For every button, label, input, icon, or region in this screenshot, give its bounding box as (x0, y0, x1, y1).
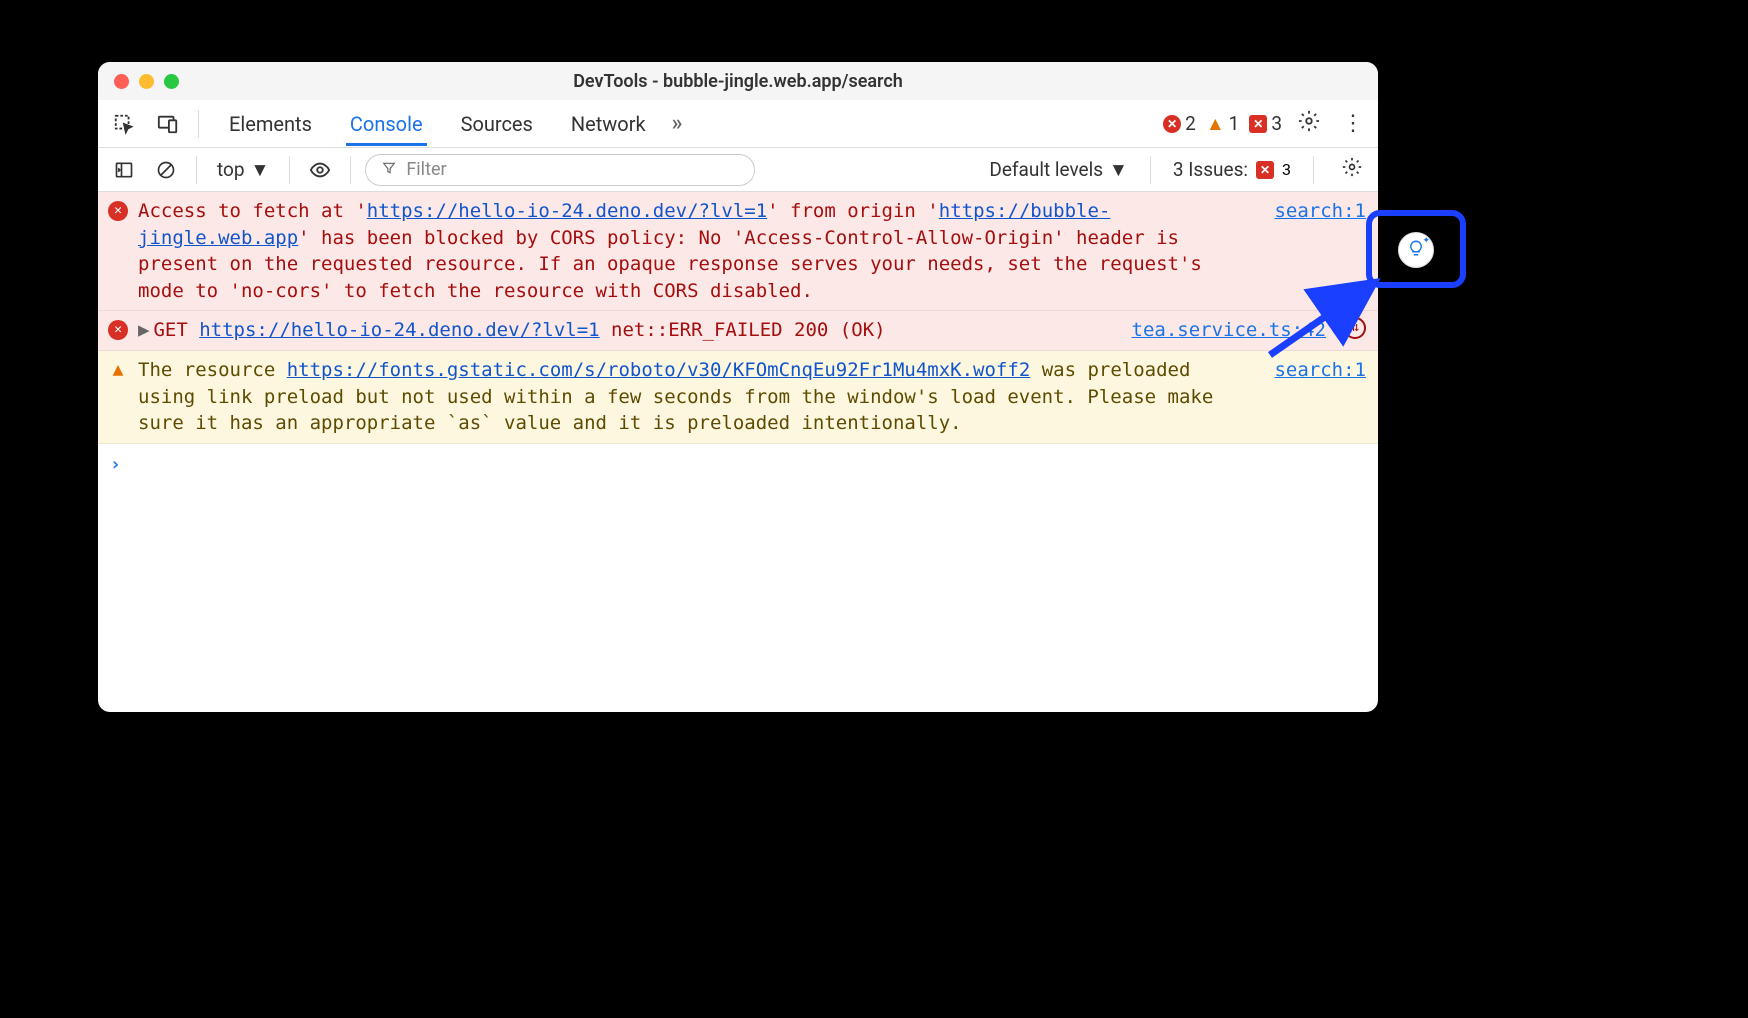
issues-icon: ✕ (1256, 161, 1274, 179)
url-link[interactable]: https://fonts.gstatic.com/s/roboto/v30/K… (287, 359, 1031, 381)
tabbar: Elements Console Sources Network » ✕ 2 ▲… (98, 100, 1378, 148)
console-error-message[interactable]: ✕ Access to fetch at 'https://hello-io-2… (98, 192, 1378, 311)
source-link[interactable]: tea.service.ts:42 (1132, 317, 1326, 344)
titlebar: DevTools - bubble-jingle.web.app/search (98, 62, 1378, 100)
errors-count: 2 (1185, 112, 1196, 135)
devtools-window: DevTools - bubble-jingle.web.app/search … (98, 62, 1378, 712)
divider (350, 156, 351, 184)
context-label: top (217, 158, 245, 181)
message-text: Access to fetch at 'https://hello-io-24.… (138, 198, 1252, 304)
message-body: ▶GET https://hello-io-24.deno.dev/?lvl=1… (138, 317, 1366, 344)
console-warning-message[interactable]: ▲ The resource https://fonts.gstatic.com… (98, 351, 1378, 444)
prompt-caret-icon: › (110, 452, 121, 477)
message-text: The resource https://fonts.gstatic.com/s… (138, 357, 1252, 437)
context-selector[interactable]: top ▼ (211, 158, 275, 182)
tabs-overflow-icon[interactable]: » (672, 111, 683, 136)
issues-count-toolbar: 3 (1282, 160, 1291, 179)
issues-badge[interactable]: ✕ 3 (1249, 112, 1282, 135)
warning-icon: ▲ (1206, 112, 1225, 136)
divider (1313, 156, 1314, 184)
filter-icon (382, 160, 396, 179)
error-icon: ✕ (1163, 115, 1181, 133)
log-levels-dropdown[interactable]: Default levels ▼ (989, 158, 1127, 182)
warnings-count: 1 (1229, 112, 1240, 135)
settings-icon[interactable] (1292, 110, 1326, 138)
filter-placeholder: Filter (406, 159, 446, 180)
errors-badge[interactable]: ✕ 2 (1163, 112, 1196, 135)
filter-input[interactable]: Filter (365, 154, 755, 186)
console-error-message[interactable]: ✕ ▶GET https://hello-io-24.deno.dev/?lvl… (98, 311, 1378, 351)
tabs: Elements Console Sources Network (225, 102, 650, 146)
device-toolbar-icon[interactable] (150, 106, 186, 142)
error-icon: ✕ (108, 320, 128, 340)
traffic-lights (114, 74, 179, 89)
chevron-down-icon: ▼ (251, 158, 270, 182)
expand-triangle-icon[interactable]: ▶ (138, 319, 149, 341)
replay-xhr-icon[interactable]: ⇅ (1344, 317, 1366, 339)
minimize-window-button[interactable] (139, 74, 154, 89)
console-toolbar: top ▼ Filter Default levels ▼ 3 Issues: … (98, 148, 1378, 192)
source-link[interactable]: search:1 (1274, 357, 1366, 437)
close-window-button[interactable] (114, 74, 129, 89)
window-title: DevTools - bubble-jingle.web.app/search (98, 71, 1378, 92)
issues-count: 3 (1271, 112, 1282, 135)
issues-label: 3 Issues: (1173, 158, 1248, 181)
tabbar-right: ✕ 2 ▲ 1 ✕ 3 ⋮ (1163, 110, 1370, 138)
divider (289, 156, 290, 184)
console-messages: ✕ Access to fetch at 'https://hello-io-2… (98, 192, 1378, 712)
issues-icon: ✕ (1249, 115, 1267, 133)
source-link[interactable]: search:1 (1274, 198, 1366, 304)
divider (198, 110, 199, 138)
url-link[interactable]: https://hello-io-24.deno.dev/?lvl=1 (367, 200, 767, 222)
issues-summary[interactable]: 3 Issues: ✕ 3 (1173, 158, 1291, 181)
url-link[interactable]: https://hello-io-24.deno.dev/?lvl=1 (199, 319, 599, 341)
error-icon: ✕ (108, 201, 128, 221)
lightbulb-icon: ✦ (1407, 239, 1425, 262)
divider (196, 156, 197, 184)
toggle-sidebar-icon[interactable] (108, 154, 140, 186)
live-expression-icon[interactable] (304, 154, 336, 186)
warning-icon: ▲ (108, 360, 128, 380)
more-menu-icon[interactable]: ⋮ (1336, 111, 1370, 136)
message-text: ▶GET https://hello-io-24.deno.dev/?lvl=1… (138, 317, 1110, 344)
chevron-down-icon: ▼ (1109, 158, 1128, 182)
maximize-window-button[interactable] (164, 74, 179, 89)
tab-sources[interactable]: Sources (457, 102, 537, 146)
ai-insight-button[interactable]: ✦ (1398, 232, 1434, 268)
clear-console-icon[interactable] (150, 154, 182, 186)
inspect-element-icon[interactable] (106, 106, 142, 142)
toolbar-right: Default levels ▼ 3 Issues: ✕ 3 (989, 156, 1368, 184)
console-prompt[interactable]: › (98, 444, 1378, 485)
warnings-badge[interactable]: ▲ 1 (1206, 112, 1240, 136)
levels-label: Default levels (989, 158, 1103, 181)
divider (1150, 156, 1151, 184)
console-settings-icon[interactable] (1336, 157, 1368, 183)
tab-console[interactable]: Console (346, 102, 427, 146)
tab-network[interactable]: Network (567, 102, 650, 146)
tab-elements[interactable]: Elements (225, 102, 316, 146)
